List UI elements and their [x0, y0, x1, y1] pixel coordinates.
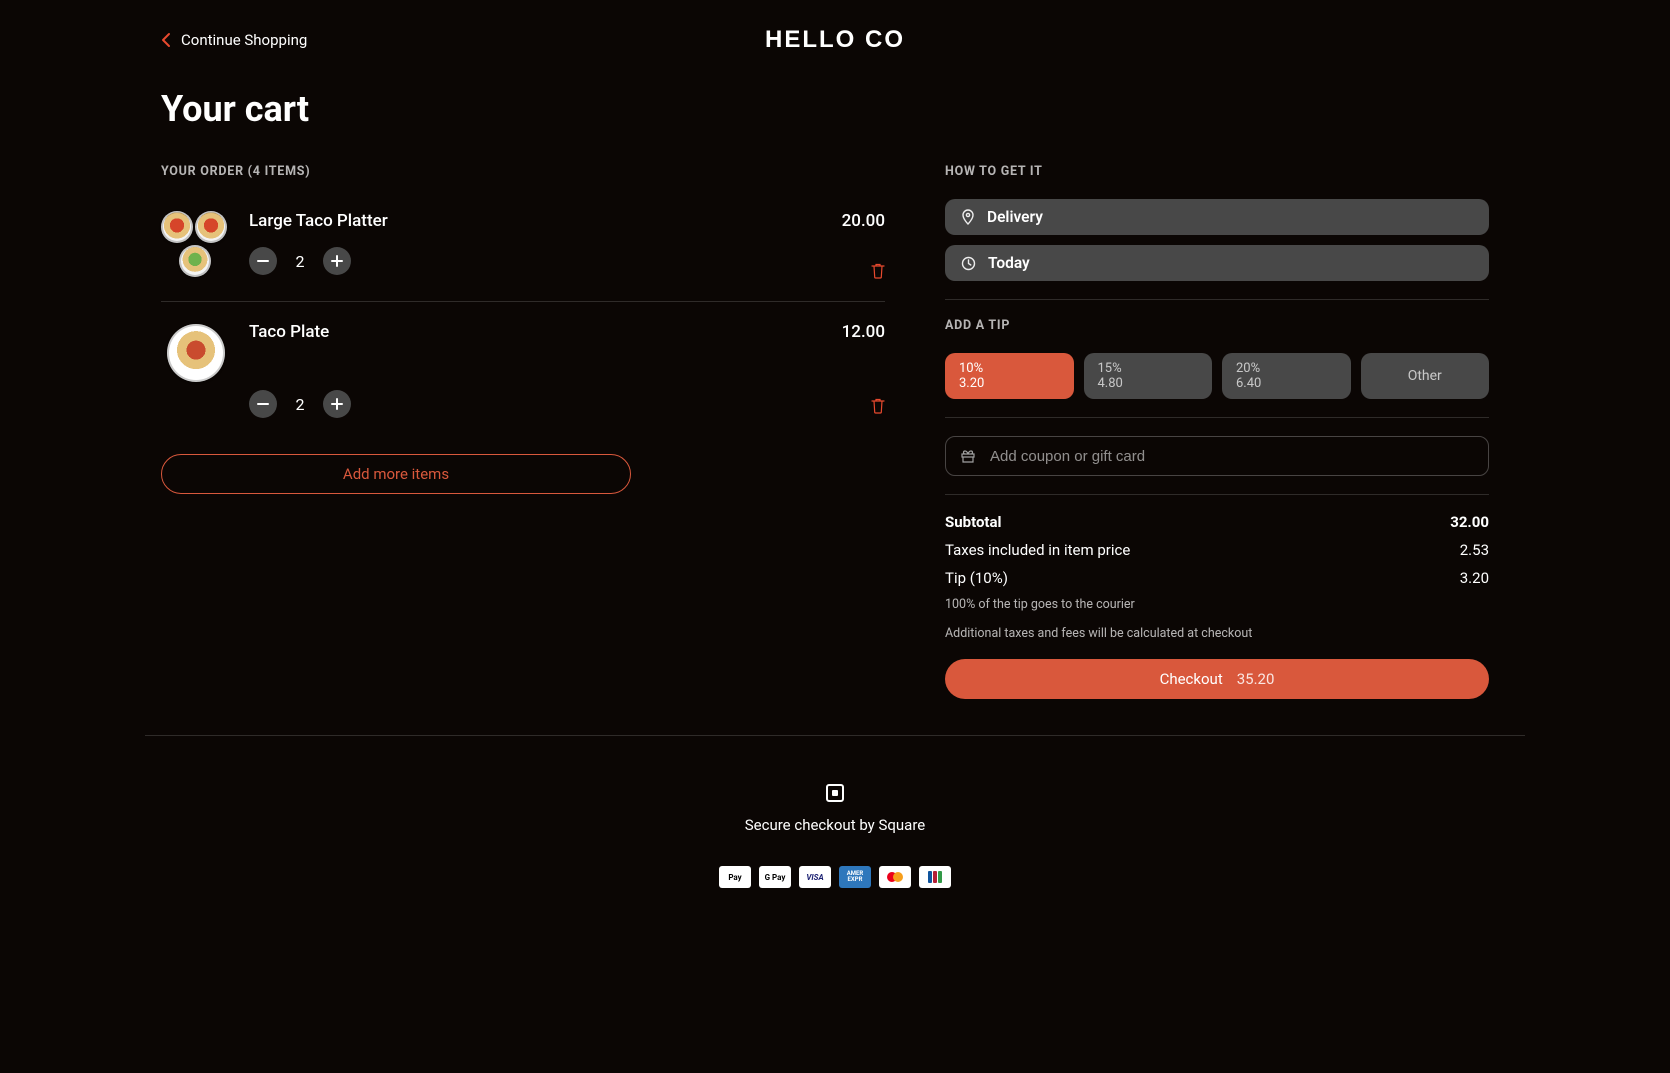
- amex-icon: AMEREXPR: [839, 866, 871, 888]
- fulfillment-when-label: Today: [988, 254, 1030, 272]
- fees-note: Additional taxes and fees will be calcul…: [945, 626, 1489, 641]
- tip-note: 100% of the tip goes to the courier: [945, 597, 1489, 612]
- tip-amt: 4.80: [1098, 376, 1199, 391]
- increase-qty-button[interactable]: [323, 247, 351, 275]
- food-thumbnail-icon: [195, 211, 227, 243]
- add-more-items-label: Add more items: [343, 465, 449, 483]
- gift-icon: [960, 449, 976, 463]
- tip-option-20[interactable]: 20% 6.40: [1222, 353, 1351, 399]
- item-qty: 2: [293, 252, 307, 271]
- subtotal-label: Subtotal: [945, 513, 1002, 531]
- tip-summary-label: Tip (10%): [945, 569, 1008, 587]
- fulfillment-method-label: Delivery: [987, 208, 1043, 226]
- pin-icon: [961, 209, 975, 225]
- item-thumbnails: [161, 211, 231, 283]
- tip-option-other[interactable]: Other: [1361, 353, 1490, 399]
- continue-shopping-label: Continue Shopping: [181, 31, 307, 49]
- continue-shopping-link[interactable]: Continue Shopping: [161, 31, 307, 49]
- checkout-button[interactable]: Checkout 35.20: [945, 659, 1489, 699]
- chevron-left-icon: [161, 32, 171, 48]
- tip-pct: 20%: [1236, 361, 1337, 376]
- food-thumbnail-icon: [167, 324, 225, 382]
- coupon-input[interactable]: [988, 447, 1474, 466]
- minus-icon: [257, 403, 269, 405]
- square-logo-icon: [826, 784, 844, 802]
- tax-label: Taxes included in item price: [945, 541, 1130, 559]
- coupon-field[interactable]: [945, 436, 1489, 476]
- divider: [945, 417, 1489, 418]
- increase-qty-button[interactable]: [323, 390, 351, 418]
- tip-option-15[interactable]: 15% 4.80: [1084, 353, 1213, 399]
- minus-icon: [257, 260, 269, 262]
- plus-icon: [331, 398, 343, 410]
- cart-item: Taco Plate 12.00 2: [161, 301, 885, 436]
- remove-item-button[interactable]: [871, 263, 885, 283]
- jcb-icon: [919, 866, 951, 888]
- how-to-get-it-label: HOW TO GET IT: [945, 164, 1489, 179]
- tip-summary-value: 3.20: [1460, 569, 1489, 587]
- tip-pct: 10%: [959, 361, 1060, 376]
- tax-value: 2.53: [1460, 541, 1489, 559]
- decrease-qty-button[interactable]: [249, 247, 277, 275]
- food-thumbnail-icon: [179, 245, 211, 277]
- apple-pay-icon: Pay: [719, 866, 751, 888]
- visa-icon: VISA: [799, 866, 831, 888]
- item-price: 20.00: [842, 211, 885, 231]
- item-thumbnails: [161, 322, 231, 384]
- secure-checkout-label: Secure checkout by Square: [745, 816, 926, 834]
- divider: [145, 735, 1525, 736]
- plus-icon: [331, 255, 343, 267]
- checkout-label: Checkout: [1160, 670, 1223, 688]
- add-more-items-button[interactable]: Add more items: [161, 454, 631, 494]
- item-name: Taco Plate: [249, 322, 329, 342]
- item-price: 12.00: [842, 322, 885, 342]
- tip-option-10[interactable]: 10% 3.20: [945, 353, 1074, 399]
- item-name: Large Taco Platter: [249, 211, 388, 231]
- tip-pct: 15%: [1098, 361, 1199, 376]
- subtotal-value: 32.00: [1450, 513, 1489, 531]
- divider: [945, 494, 1489, 495]
- add-tip-label: ADD A TIP: [945, 318, 1489, 333]
- clock-icon: [961, 256, 976, 271]
- tip-amt: 3.20: [959, 376, 1060, 391]
- payment-cards: Pay G Pay VISA AMEREXPR: [719, 866, 951, 888]
- decrease-qty-button[interactable]: [249, 390, 277, 418]
- item-qty: 2: [293, 395, 307, 414]
- page-title: Your cart: [161, 88, 1509, 130]
- divider: [945, 299, 1489, 300]
- google-pay-icon: G Pay: [759, 866, 791, 888]
- food-thumbnail-icon: [161, 211, 193, 243]
- trash-icon: [871, 398, 885, 414]
- your-order-label: YOUR ORDER (4 ITEMS): [161, 164, 885, 179]
- checkout-total: 35.20: [1237, 670, 1275, 688]
- brand-logo: HELLO CO: [765, 26, 905, 54]
- trash-icon: [871, 263, 885, 279]
- tip-amt: 6.40: [1236, 376, 1337, 391]
- cart-item: Large Taco Platter 20.00 2: [161, 199, 885, 301]
- fulfillment-when-button[interactable]: Today: [945, 245, 1489, 281]
- mastercard-icon: [879, 866, 911, 888]
- fulfillment-method-button[interactable]: Delivery: [945, 199, 1489, 235]
- tip-other-label: Other: [1408, 368, 1442, 384]
- remove-item-button[interactable]: [871, 398, 885, 418]
